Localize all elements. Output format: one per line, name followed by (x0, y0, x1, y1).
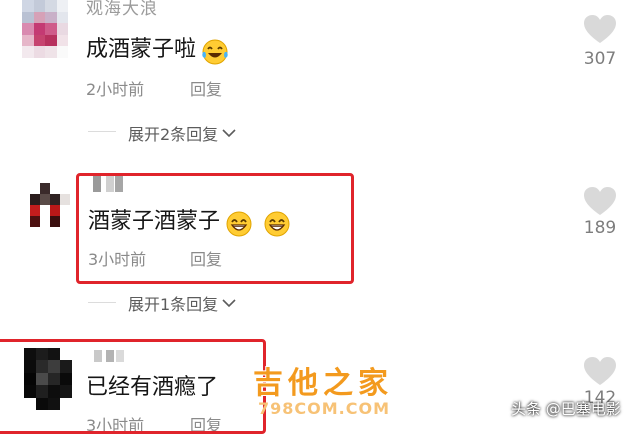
like-count: 189 (583, 218, 617, 238)
comment-text-content: 成酒蒙子啦 (86, 37, 197, 62)
divider (88, 302, 116, 303)
comment-text: 成酒蒙子啦 (86, 31, 229, 64)
expand-replies-button[interactable]: 展开1条回复 (128, 291, 237, 315)
expand-replies-button[interactable]: 展开2条回复 (128, 121, 237, 145)
highlight-box (76, 173, 354, 284)
expand-replies-label: 展开1条回复 (128, 295, 219, 314)
heart-icon[interactable] (583, 356, 617, 386)
laughing-tears-emoji-icon (202, 39, 228, 64)
heart-icon[interactable] (583, 14, 617, 44)
chevron-down-icon (222, 299, 236, 308)
watermark-title: 吉他之家 (253, 366, 393, 401)
watermark-url: 798COM.COM (258, 399, 391, 418)
username[interactable]: 观海大浪 (86, 0, 158, 19)
timestamp: 2小时前 (86, 80, 145, 99)
chevron-down-icon (222, 129, 236, 138)
divider (88, 131, 116, 132)
avatar[interactable] (30, 183, 70, 227)
highlight-box (0, 339, 266, 434)
like-count: 307 (583, 49, 617, 69)
avatar[interactable] (22, 0, 68, 58)
heart-icon[interactable] (583, 186, 617, 216)
reply-button[interactable]: 回复 (190, 76, 222, 100)
expand-replies-label: 展开2条回复 (128, 125, 219, 144)
credit-text: 头条 @巴塞电影 (511, 400, 621, 418)
